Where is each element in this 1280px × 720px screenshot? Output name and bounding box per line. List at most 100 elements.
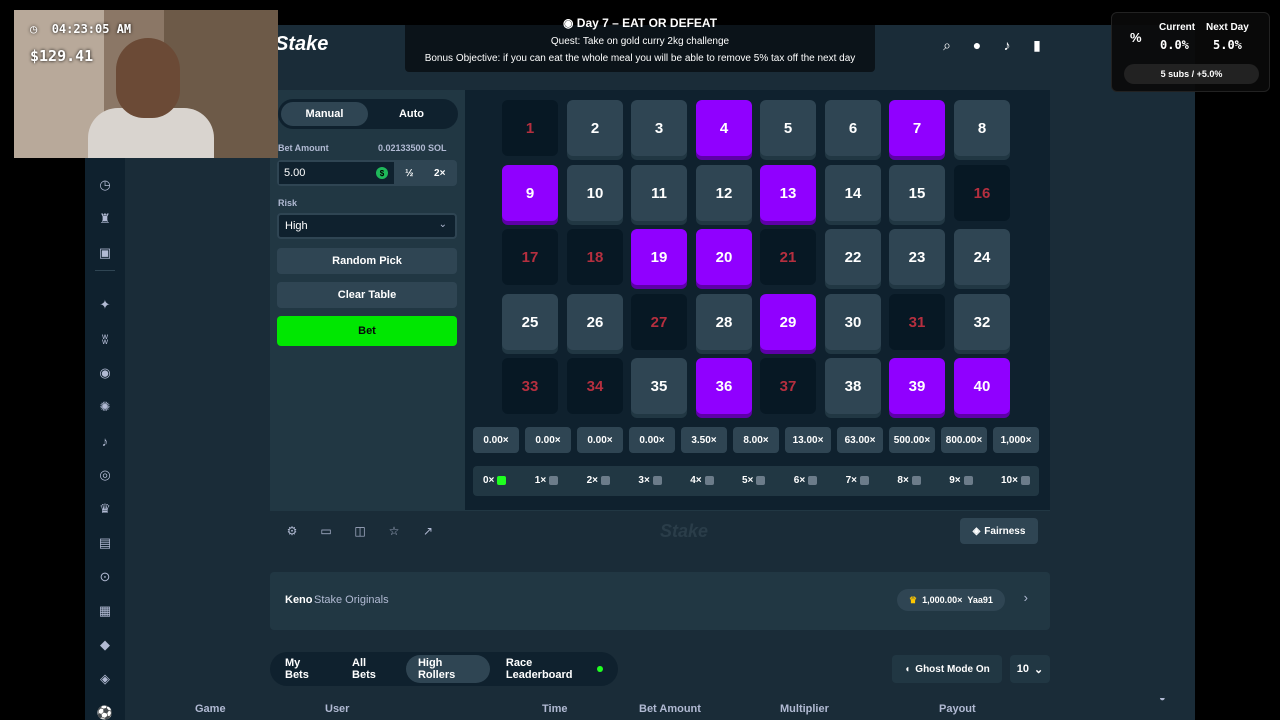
settings-icon[interactable]: ⚙ [284,523,300,539]
keno-tile[interactable]: 19 [631,229,687,285]
tab-race-leaderboard[interactable]: Race Leaderboard [494,655,615,683]
fairness-button[interactable]: ◈ Fairness [960,518,1038,544]
live-stats-icon[interactable]: ↗ [420,523,436,539]
keno-tile[interactable]: 39 [889,358,945,414]
currency-icon: $ [376,167,388,179]
tab-my-bets[interactable]: My Bets [273,655,336,683]
keno-tile[interactable]: 33 [502,358,558,414]
keno-tile[interactable]: 1 [502,100,558,156]
keno-tile[interactable]: 24 [954,229,1010,285]
half-button[interactable]: ½ [394,162,425,184]
record-badge[interactable]: ♛ 1,000.00× Yaa91 [897,589,1005,611]
keno-tile[interactable]: 25 [502,294,558,350]
keno-tile[interactable]: 23 [889,229,945,285]
diamond-icon[interactable]: ◈ [97,671,113,687]
user-icon[interactable]: ● [969,37,985,53]
rewards-icon[interactable]: ▣ [97,245,113,261]
keno-tile[interactable]: 26 [567,294,623,350]
theatre-mode-icon[interactable]: ▭ [318,523,334,539]
keno-tile[interactable]: 5 [760,100,816,156]
keno-tile[interactable]: 2 [567,100,623,156]
game-shows-icon[interactable]: ♪ [97,433,113,449]
notification-bell-icon[interactable]: ♪ [999,37,1015,53]
challenge-title-text: Day 7 – EAT OR DEFEAT [576,16,718,30]
keno-tile[interactable]: 27 [631,294,687,350]
risk-value: High [285,220,308,232]
keno-tile[interactable]: 7 [889,100,945,156]
hit-count-label: 1× [534,475,547,486]
favorite-star-icon[interactable]: ☆ [386,523,402,539]
ghost-mode-button[interactable]: ◖ Ghost Mode On [892,655,1002,683]
challenges-icon[interactable]: ♜ [97,211,113,227]
live-casino-icon[interactable]: ◉ [97,365,113,381]
keno-tile[interactable]: 36 [696,358,752,414]
dice-icon[interactable]: ◆ [97,637,113,653]
keno-tile[interactable]: 20 [696,229,752,285]
keno-tile[interactable]: 30 [825,294,881,350]
keno-tile[interactable]: 10 [567,165,623,221]
keno-tile[interactable]: 28 [696,294,752,350]
game-info-bar[interactable]: Keno Stake Originals ♛ 1,000.00× Yaa91 › [270,572,1050,630]
keno-tile[interactable]: 6 [825,100,881,156]
tab-auto[interactable]: Auto [368,102,455,126]
keno-tile[interactable]: 29 [760,294,816,350]
sports-icon[interactable]: ⚽ [97,705,113,720]
tab-high-rollers[interactable]: High Rollers [405,655,490,683]
keno-tile[interactable]: 40 [954,358,1010,414]
target-icon[interactable]: ⊙ [97,569,113,585]
keno-tile[interactable]: 16 [954,165,1010,221]
search-icon[interactable]: ⌕ [939,37,955,53]
keno-tile[interactable]: 22 [825,229,881,285]
recent-icon[interactable]: ◷ [97,177,113,193]
tax-current-label: Current [1159,22,1196,33]
challenge-title: ◉ Day 7 – EAT OR DEFEAT [562,16,718,30]
stats-icon[interactable]: ◫ [352,523,368,539]
keno-tile[interactable]: 13 [760,165,816,221]
keno-tile[interactable]: 8 [954,100,1010,156]
new-releases-icon[interactable]: ✦ [97,297,113,313]
col-user: User [325,703,350,715]
roulette-icon[interactable]: ✺ [97,399,113,415]
keno-tile[interactable]: 35 [631,358,687,414]
keno-tile[interactable]: 9 [502,165,558,221]
keno-tile[interactable]: 3 [631,100,687,156]
keno-tile[interactable]: 12 [696,165,752,221]
risk-select[interactable]: High ⌄ [277,213,457,239]
gem-icon [860,476,869,485]
tab-manual[interactable]: Manual [281,102,368,126]
chevron-right-icon[interactable]: › [1024,590,1028,605]
double-button[interactable]: 2× [425,162,456,184]
sidebar-divider [95,270,115,271]
keno-tile[interactable]: 15 [889,165,945,221]
clear-table-button[interactable]: Clear Table [277,282,457,308]
percent-icon: % [1130,30,1142,45]
payout-multiplier: 63.00× [837,427,883,453]
keno-tile[interactable]: 17 [502,229,558,285]
keno-tile[interactable]: 18 [567,229,623,285]
keno-tile[interactable]: 34 [567,358,623,414]
slots-icon[interactable]: ʬ [97,331,113,347]
random-pick-button[interactable]: Random Pick [277,248,457,274]
keno-tile[interactable]: 31 [889,294,945,350]
blackjack-icon[interactable]: ▤ [97,535,113,551]
keno-tile[interactable]: 37 [760,358,816,414]
gem-icon [808,476,818,485]
keno-tile[interactable]: 21 [760,229,816,285]
game-provider[interactable]: Stake Originals [314,594,389,606]
tab-all-bets[interactable]: All Bets [340,655,402,683]
bets-count-select[interactable]: 10 ⌄ [1010,655,1050,683]
stake-exclusives-icon[interactable]: ◎ [97,467,113,483]
payout-multiplier: 0.00× [473,427,519,453]
gift-icon[interactable]: ▦ [97,603,113,619]
keno-tile[interactable]: 14 [825,165,881,221]
crown-icon[interactable]: ♛ [97,501,113,517]
bet-button[interactable]: Bet [277,316,457,346]
bet-amount-input[interactable]: 5.00 $ [279,162,394,184]
keno-tile[interactable]: 38 [825,358,881,414]
keno-tile[interactable]: 4 [696,100,752,156]
keno-tile[interactable]: 32 [954,294,1010,350]
chat-panel-icon[interactable]: ▮ [1029,37,1045,53]
stake-logo[interactable]: Stake [275,33,328,56]
keno-tile[interactable]: 11 [631,165,687,221]
support-headset-icon[interactable]: ◒ [1159,692,1173,706]
